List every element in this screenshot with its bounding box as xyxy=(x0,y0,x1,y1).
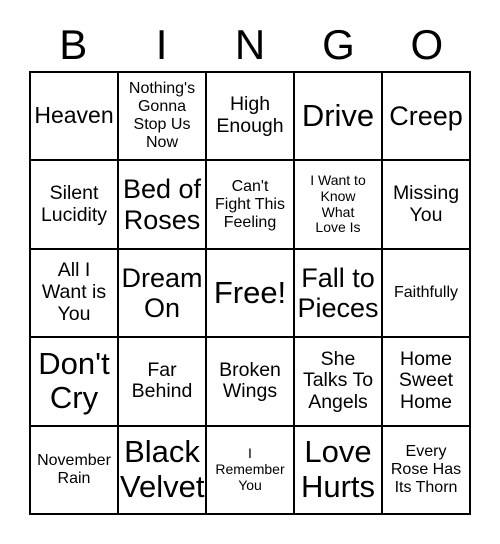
bingo-cell-b2[interactable]: Silent Lucidity xyxy=(31,161,119,250)
bingo-cell-n1[interactable]: High Enough xyxy=(207,73,295,162)
bingo-cell-i5[interactable]: Black Velvet xyxy=(119,426,207,515)
bingo-grid: Heaven Nothing's Gonna Stop Us Now High … xyxy=(29,71,471,515)
bingo-cell-n5[interactable]: I Remember You xyxy=(207,426,295,515)
bingo-cell-n4[interactable]: Broken Wings xyxy=(207,338,295,427)
bingo-cell-g2[interactable]: I Want to Know What Love Is xyxy=(295,161,383,250)
bingo-cell-label: I Want to Know What Love Is xyxy=(310,172,366,236)
bingo-header-row: B I N G O xyxy=(29,19,471,71)
bingo-cell-label: Every Rose Has Its Thorn xyxy=(390,442,462,496)
bingo-cell-label: Broken Wings xyxy=(219,358,281,403)
bingo-cell-n2[interactable]: Can't Fight This Feeling xyxy=(207,161,295,250)
bingo-cell-label: Can't Fight This Feeling xyxy=(215,177,285,231)
bingo-cell-label: All I Want is You xyxy=(41,259,107,325)
bingo-cell-b4[interactable]: Don't Cry xyxy=(31,338,119,427)
bingo-cell-label: Fall to Pieces xyxy=(297,262,379,323)
bingo-header-letter-o: O xyxy=(410,21,444,68)
bingo-cell-label: November Rain xyxy=(37,451,111,487)
bingo-cell-label: Nothing's Gonna Stop Us Now xyxy=(128,80,196,152)
bingo-cell-label: I Remember You xyxy=(215,445,285,493)
bingo-cell-g3[interactable]: Fall to Pieces xyxy=(295,249,383,339)
bingo-cell-o1[interactable]: Creep xyxy=(383,73,471,162)
bingo-cell-label: Creep xyxy=(389,101,463,132)
bingo-cell-g1[interactable]: Drive xyxy=(295,73,383,162)
bingo-cell-label: Heaven xyxy=(34,102,114,129)
bingo-cell-o5[interactable]: Every Rose Has Its Thorn xyxy=(383,426,471,515)
bingo-cell-label: Home Sweet Home xyxy=(398,347,454,414)
bingo-header-letter-i: I xyxy=(155,21,168,68)
bingo-cell-label: Missing You xyxy=(392,181,460,226)
bingo-cell-o3[interactable]: Faithfully xyxy=(383,249,471,339)
bingo-cell-label: Far Behind xyxy=(131,358,193,403)
bingo-cell-label: Silent Lucidity xyxy=(40,181,108,226)
bingo-cell-n3[interactable]: Free! xyxy=(207,249,295,339)
bingo-cell-i3[interactable]: Dream On xyxy=(119,249,207,339)
bingo-cell-label: She Talks To Angels xyxy=(302,347,374,414)
bingo-cell-label: Faithfully xyxy=(393,284,459,302)
bingo-cell-label: Don't Cry xyxy=(38,345,110,416)
bingo-cell-label: High Enough xyxy=(216,93,284,138)
bingo-cell-b3[interactable]: All I Want is You xyxy=(31,249,119,339)
bingo-cell-b1[interactable]: Heaven xyxy=(31,73,119,162)
bingo-cell-o2[interactable]: Missing You xyxy=(383,161,471,250)
bingo-cell-label: Drive xyxy=(301,97,375,133)
bingo-cell-label: Black Velvet xyxy=(120,434,205,504)
bingo-cell-g5[interactable]: Love Hurts xyxy=(295,426,383,515)
bingo-cell-b5[interactable]: November Rain xyxy=(31,426,119,515)
bingo-header-letter-g: G xyxy=(322,21,355,68)
bingo-card: B I N G O Heaven Nothing's Gonna Stop Us… xyxy=(0,0,500,544)
bingo-cell-i4[interactable]: Far Behind xyxy=(119,338,207,427)
bingo-cell-i1[interactable]: Nothing's Gonna Stop Us Now xyxy=(119,73,207,162)
bingo-cell-o4[interactable]: Home Sweet Home xyxy=(383,338,471,427)
bingo-header-letter-n: N xyxy=(234,21,266,68)
bingo-cell-label: Dream On xyxy=(121,262,203,323)
bingo-cell-g4[interactable]: She Talks To Angels xyxy=(295,338,383,427)
bingo-header-letter-b: B xyxy=(59,21,88,68)
bingo-cell-label: Bed of Roses xyxy=(122,174,202,235)
bingo-cell-label: Free! xyxy=(213,274,287,310)
bingo-cell-label: Love Hurts xyxy=(300,434,376,504)
bingo-cell-i2[interactable]: Bed of Roses xyxy=(119,161,207,250)
